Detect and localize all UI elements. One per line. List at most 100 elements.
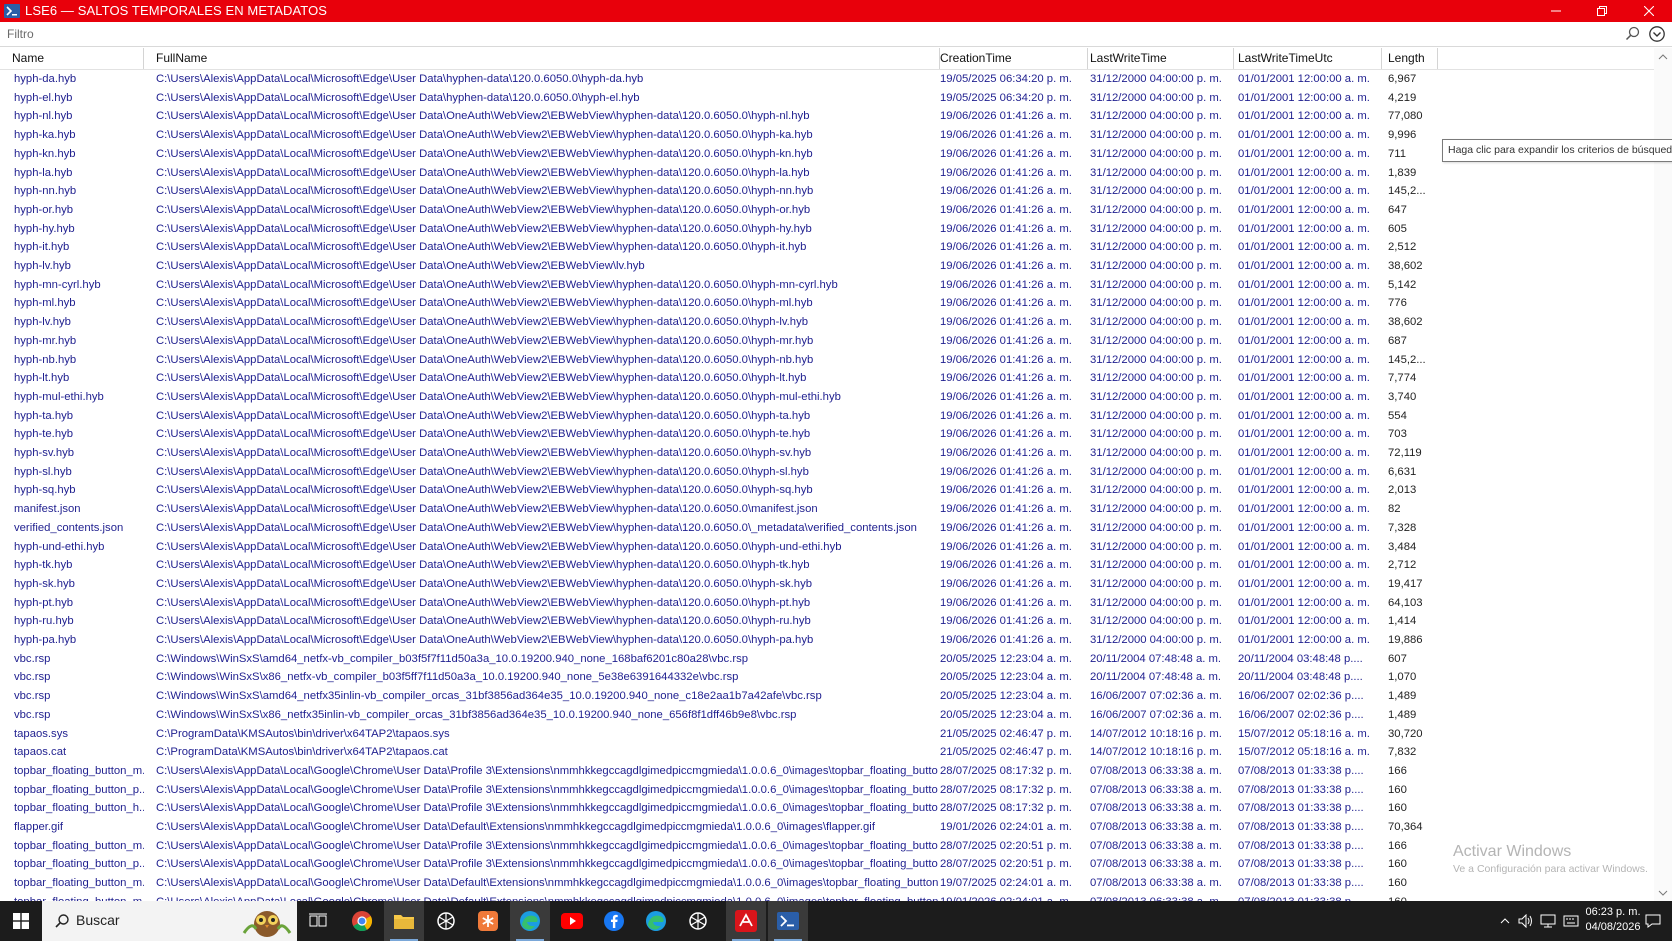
powershell-taskbar-button[interactable] bbox=[768, 901, 808, 941]
table-row[interactable]: hyph-kn.hyb C:\Users\Alexis\AppData\Local… bbox=[0, 145, 1654, 163]
cell-creationtime: 19/06/2026 01:41:26 a. m. bbox=[940, 428, 1072, 441]
cell-fullname: C:\ProgramData\KMSAutos\bin\driver\x64TA… bbox=[156, 727, 450, 740]
input-indicator-button[interactable] bbox=[1560, 901, 1582, 941]
cell-lastwritetime: 31/12/2000 04:00:00 p. m. bbox=[1090, 147, 1222, 160]
column-header-lastwritetimeutc[interactable]: LastWriteTimeUtc bbox=[1232, 48, 1382, 69]
cell-name: vbc.rsp bbox=[14, 708, 51, 721]
table-row[interactable]: hyph-nb.hyb C:\Users\Alexis\AppData\Local… bbox=[0, 351, 1654, 369]
cell-lastwritetimeutc: 01/01/2001 12:00:00 a. m. bbox=[1238, 503, 1370, 516]
facebook-taskbar-button[interactable] bbox=[594, 901, 634, 941]
table-row[interactable]: hyph-nn.hyb C:\Users\Alexis\AppData\Local… bbox=[0, 182, 1654, 200]
table-row[interactable]: hyph-sv.hyb C:\Users\Alexis\AppData\Local… bbox=[0, 444, 1654, 462]
table-row[interactable]: hyph-pa.hyb C:\Users\Alexis\AppData\Local… bbox=[0, 631, 1654, 649]
network-button[interactable] bbox=[1538, 901, 1558, 941]
table-row[interactable]: verified_contents.json C:\Users\Alexis\Ap… bbox=[0, 519, 1654, 537]
notifications-button[interactable] bbox=[1636, 901, 1670, 941]
taskbar-search-box[interactable]: Buscar bbox=[42, 901, 297, 941]
cell-name: hyph-kn.hyb bbox=[14, 147, 76, 160]
column-header-length[interactable]: Length bbox=[1382, 48, 1438, 69]
table-row[interactable]: hyph-und-ethi.hyb C:\Users\Alexis\AppData… bbox=[0, 538, 1654, 556]
chatgpt-taskbar-button[interactable] bbox=[426, 901, 466, 941]
cell-length: 19,886 bbox=[1388, 634, 1423, 646]
network-icon bbox=[1540, 914, 1556, 928]
table-row[interactable]: hyph-tk.hyb C:\Users\Alexis\AppData\Local… bbox=[0, 556, 1654, 574]
table-row[interactable]: flapper.gif C:\Users\Alexis\AppData\Local… bbox=[0, 818, 1654, 836]
table-row[interactable]: hyph-te.hyb C:\Users\Alexis\AppData\Local… bbox=[0, 425, 1654, 443]
table-row[interactable]: manifest.json C:\Users\Alexis\AppData\Loc… bbox=[0, 500, 1654, 518]
cell-fullname: C:\Users\Alexis\AppData\Local\Microsoft\… bbox=[156, 634, 814, 646]
show-hidden-icons-button[interactable] bbox=[1496, 901, 1514, 941]
cell-lastwritetime: 31/12/2000 04:00:00 p. m. bbox=[1090, 110, 1222, 123]
expand-criteria-button[interactable] bbox=[1648, 25, 1666, 43]
column-header-name[interactable]: Name bbox=[6, 48, 144, 69]
cell-creationtime: 19/06/2026 01:41:26 a. m. bbox=[940, 577, 1072, 590]
table-row[interactable]: hyph-hy.hyb C:\Users\Alexis\AppData\Local… bbox=[0, 220, 1654, 238]
table-row[interactable]: vbc.rsp C:\Windows\WinSxS\x86_netfx-vb_co… bbox=[0, 668, 1654, 686]
table-row[interactable]: hyph-sl.hyb C:\Users\Alexis\AppData\Local… bbox=[0, 463, 1654, 481]
cell-creationtime: 19/05/2025 06:34:20 p. m. bbox=[940, 73, 1072, 85]
column-header-fullname[interactable]: FullName bbox=[150, 48, 940, 69]
cell-fullname: C:\Users\Alexis\AppData\Local\Google\Chr… bbox=[156, 858, 938, 871]
volume-button[interactable] bbox=[1516, 901, 1536, 941]
table-row[interactable]: hyph-mn-cyrl.hyb C:\Users\Alexis\AppData\… bbox=[0, 276, 1654, 294]
file-explorer-taskbar-button[interactable] bbox=[384, 901, 424, 941]
table-row[interactable]: hyph-lt.hyb C:\Users\Alexis\AppData\Local… bbox=[0, 369, 1654, 387]
cell-lastwritetime: 31/12/2000 04:00:00 p. m. bbox=[1090, 353, 1222, 366]
vertical-scrollbar[interactable] bbox=[1654, 48, 1672, 901]
pdf-app-taskbar-button[interactable] bbox=[726, 901, 766, 941]
table-row[interactable]: vbc.rsp C:\Windows\WinSxS\x86_netfx35inli… bbox=[0, 706, 1654, 724]
search-icon[interactable] bbox=[1624, 25, 1642, 43]
table-row[interactable]: vbc.rsp C:\Windows\WinSxS\amd64_netfx-vb_… bbox=[0, 650, 1654, 668]
table-row[interactable]: hyph-mr.hyb C:\Users\Alexis\AppData\Local… bbox=[0, 332, 1654, 350]
filter-input[interactable] bbox=[4, 24, 1620, 44]
minimize-button[interactable] bbox=[1533, 0, 1579, 22]
table-row[interactable]: topbar_floating_button_h... C:\Users\Alex… bbox=[0, 799, 1654, 817]
table-row[interactable]: hyph-ru.hyb C:\Users\Alexis\AppData\Local… bbox=[0, 612, 1654, 630]
table-row[interactable]: hyph-el.hyb C:\Users\Alexis\AppData\Local… bbox=[0, 89, 1654, 107]
cell-creationtime: 19/01/2026 02:24:01 a. m. bbox=[940, 821, 1072, 833]
table-row[interactable]: topbar_floating_button_m... C:\Users\Alex… bbox=[0, 874, 1654, 892]
table-row[interactable]: hyph-or.hyb C:\Users\Alexis\AppData\Local… bbox=[0, 201, 1654, 219]
youtube-taskbar-button[interactable] bbox=[552, 901, 592, 941]
edge-taskbar-button-1[interactable] bbox=[510, 901, 550, 941]
table-row[interactable]: hyph-mul-ethi.hyb C:\Users\Alexis\AppData… bbox=[0, 388, 1654, 406]
asterisk-app-taskbar-button[interactable] bbox=[468, 901, 508, 941]
table-row[interactable]: hyph-pt.hyb C:\Users\Alexis\AppData\Local… bbox=[0, 594, 1654, 612]
table-row[interactable]: hyph-it.hyb C:\Users\Alexis\AppData\Local… bbox=[0, 238, 1654, 256]
table-row[interactable]: hyph-sk.hyb C:\Users\Alexis\AppData\Local… bbox=[0, 575, 1654, 593]
cell-name: hyph-la.hyb bbox=[14, 166, 73, 179]
cell-name: flapper.gif bbox=[14, 821, 63, 833]
column-header-lastwritetime[interactable]: LastWriteTime bbox=[1084, 48, 1234, 69]
cell-lastwritetime: 31/12/2000 04:00:00 p. m. bbox=[1090, 241, 1222, 254]
table-row[interactable]: hyph-ta.hyb C:\Users\Alexis\AppData\Local… bbox=[0, 407, 1654, 425]
table-row[interactable]: hyph-nl.hyb C:\Users\Alexis\AppData\Local… bbox=[0, 107, 1654, 125]
table-row[interactable]: hyph-da.hyb C:\Users\Alexis\AppData\Local… bbox=[0, 70, 1654, 88]
table-row[interactable]: topbar_floating_button_m... C:\Users\Alex… bbox=[0, 837, 1654, 855]
edge-taskbar-button-2[interactable] bbox=[636, 901, 676, 941]
task-view-button[interactable] bbox=[298, 901, 338, 941]
chatgpt-taskbar-button-2[interactable] bbox=[678, 901, 718, 941]
column-header-creationtime[interactable]: CreationTime bbox=[934, 48, 1088, 69]
table-row[interactable]: vbc.rsp C:\Windows\WinSxS\amd64_netfx35in… bbox=[0, 687, 1654, 705]
table-row[interactable]: hyph-ml.hyb C:\Users\Alexis\AppData\Local… bbox=[0, 294, 1654, 312]
table-row[interactable]: hyph-sq.hyb C:\Users\Alexis\AppData\Local… bbox=[0, 481, 1654, 499]
table-row[interactable]: tapaos.cat C:\ProgramData\KMSAutos\bin\dr… bbox=[0, 743, 1654, 761]
table-row[interactable]: hyph-lv.hyb C:\Users\Alexis\AppData\Local… bbox=[0, 257, 1654, 275]
watermark-title: Activar Windows bbox=[1453, 843, 1572, 860]
cell-name: tapaos.sys bbox=[14, 727, 69, 740]
table-row[interactable]: topbar_floating_button_p... C:\Users\Alex… bbox=[0, 855, 1654, 873]
table-row[interactable]: hyph-ka.hyb C:\Users\Alexis\AppData\Local… bbox=[0, 126, 1654, 144]
chrome-taskbar-button[interactable] bbox=[342, 901, 382, 941]
table-row[interactable]: hyph-la.hyb C:\Users\Alexis\AppData\Local… bbox=[0, 164, 1654, 182]
start-button[interactable] bbox=[0, 901, 42, 941]
taskbar-clock[interactable]: 06:23 p. m. 04/08/2026 bbox=[1584, 905, 1642, 935]
cell-length: 1,414 bbox=[1388, 615, 1417, 628]
table-row[interactable]: hyph-lv.hyb C:\Users\Alexis\AppData\Local… bbox=[0, 313, 1654, 331]
cell-lastwritetime: 07/08/2013 06:33:38 a. m. bbox=[1090, 764, 1222, 777]
maximize-button[interactable] bbox=[1579, 0, 1625, 22]
table-row[interactable]: topbar_floating_button_p... C:\Users\Alex… bbox=[0, 781, 1654, 799]
close-button[interactable] bbox=[1626, 0, 1672, 22]
table-row[interactable]: tapaos.sys C:\ProgramData\KMSAutos\bin\dr… bbox=[0, 725, 1654, 743]
table-row[interactable]: topbar_floating_button_m... C:\Users\Alex… bbox=[0, 893, 1654, 901]
table-row[interactable]: topbar_floating_button_m... C:\Users\Alex… bbox=[0, 762, 1654, 780]
